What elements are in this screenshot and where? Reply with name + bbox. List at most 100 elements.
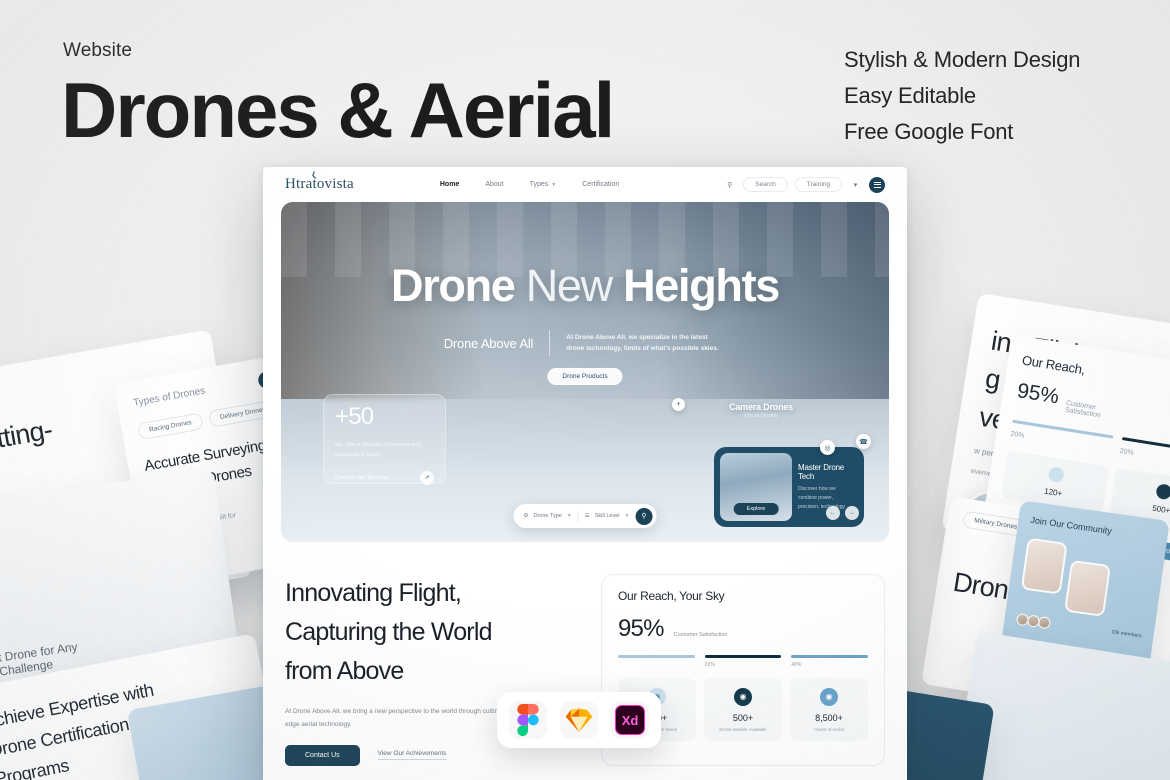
stats-percent: 95%: [618, 615, 664, 642]
stat-tile-caption-2: Drone Models Available: [719, 726, 767, 732]
stat-tile-caption-3: Hours of Aerial: [814, 726, 844, 732]
bar-label-3: 40%: [791, 661, 802, 668]
hero-title-part3: Heights: [623, 260, 780, 311]
tech-card-title: Master Drone Tech: [798, 462, 845, 481]
carousel-controls: ← →: [826, 506, 859, 520]
camera-drones-tag: Camera Drones Visual Quality: [729, 402, 793, 419]
explore-button[interactable]: Explore: [733, 503, 779, 515]
member-photo: [1064, 559, 1112, 617]
skill-level-value: Skill Level: [594, 513, 620, 519]
hamburger-icon[interactable]: [869, 176, 885, 193]
tech-card-thumbnail: Explore: [720, 453, 792, 521]
presentation-title: Drones & Aerial: [61, 66, 615, 154]
skill-level-select[interactable]: ☰ Skill Level ▼: [585, 513, 630, 519]
bird-icon: ❮: [310, 170, 318, 180]
search-pill[interactable]: Search: [743, 177, 788, 192]
globe-icon: [1047, 465, 1065, 483]
search-icon[interactable]: ⚲: [723, 178, 736, 191]
services-glass-card: +50 We offer a full suite of services an…: [323, 394, 446, 485]
xd-icon: Xd: [611, 701, 649, 739]
bg-right4-meta: 10k members: [1111, 628, 1142, 639]
camera-drones-subtitle: Visual Quality: [744, 413, 778, 419]
section2-description: At Drone Above All, we bring a new persp…: [285, 708, 504, 728]
drone-type-value: Drone Type: [533, 513, 562, 519]
stat-tile: ◉ 8,500+ Hours of Aerial: [790, 677, 868, 741]
bg-right2-b1: 20%: [1010, 430, 1025, 440]
bg-right2-label: Customer Satisfaction: [1064, 399, 1102, 420]
nav-actions: ⚲ Search Training ▾: [723, 176, 885, 193]
services-link[interactable]: Discover our Services: [335, 475, 389, 481]
bg-right2-b2: 20%: [1119, 447, 1135, 457]
hero-search-bar: ⚙ Drone Type ▼ ☰ Skill Level ▼ ⚲: [513, 504, 657, 528]
hero-description: At Drone Above All, we specialize in the…: [566, 333, 719, 352]
drone-type-select[interactable]: ⚙ Drone Type ▼: [524, 513, 572, 519]
search-submit-button[interactable]: ⚲: [635, 507, 653, 525]
hero-section: Drone New Heights Drone Above All At Dro…: [281, 202, 889, 542]
chevron-down-icon: ▼: [551, 182, 557, 188]
contact-us-button[interactable]: Contact Us: [285, 744, 360, 766]
site-navbar: ❮ Htratovista Home About Types ▼ Certific…: [263, 167, 907, 202]
hero-title-part1: Drone: [391, 260, 516, 311]
site-logo-text: Htratovista: [285, 176, 354, 192]
figma-icon: [509, 701, 547, 739]
sketch-icon: [560, 701, 598, 739]
presentation-features: Stylish & Modern Design Easy Editable Fr…: [844, 42, 1104, 150]
clock-icon: ◉: [820, 687, 838, 706]
website-mockup: ❮ Htratovista Home About Types ▼ Certific…: [263, 167, 907, 780]
chevron-down-icon: ▼: [566, 513, 572, 519]
carousel-prev-icon[interactable]: ←: [826, 506, 840, 520]
nav-links: Home About Types ▼ Certification: [440, 181, 619, 188]
section2-heading-line1: Innovating Flight,: [285, 579, 462, 607]
section2-heading: Innovating Flight, Capturing the World f…: [285, 574, 585, 690]
stat-tile-value-3: 8,500+: [815, 712, 843, 723]
add-badge-icon[interactable]: +: [672, 398, 685, 411]
stats-title: Our Reach, Your Sky: [618, 589, 725, 603]
bar-label-2: 20%: [704, 661, 715, 668]
avatar: [1037, 615, 1052, 629]
view-achievements-link[interactable]: View Our Achievements: [377, 750, 447, 761]
presentation-category: Website: [63, 40, 132, 61]
filter-icon[interactable]: ▾: [849, 178, 862, 191]
stats-bars: 20% 40%: [618, 655, 869, 668]
divider: [577, 510, 579, 522]
training-pill[interactable]: Training: [794, 177, 842, 192]
feature-item-1: Stylish & Modern Design: [844, 47, 1081, 72]
skill-icon: ☰: [584, 513, 590, 519]
hero-title-part2: New: [525, 260, 613, 311]
drone-badge-icon[interactable]: ◎: [820, 440, 835, 455]
carousel-next-icon[interactable]: →: [845, 506, 859, 520]
feature-item-3: Free Google Font: [844, 119, 1014, 145]
stat-tile-value-2: 500+: [732, 712, 754, 723]
bg-left2-pill-1[interactable]: Racing Drones: [136, 412, 204, 441]
bg-left2-title: Types of Drones: [132, 385, 207, 409]
services-text: We offer a full suite of services and re…: [335, 442, 421, 458]
services-count: +50: [335, 403, 374, 430]
phone-badge-icon[interactable]: ☎: [856, 434, 871, 449]
chevron-down-icon: ▼: [624, 513, 630, 519]
nav-item-certification[interactable]: Certification: [582, 181, 619, 188]
section2-heading-line3: from Above: [285, 656, 404, 685]
site-logo[interactable]: ❮ Htratovista: [285, 170, 354, 193]
drone-icon: ◉: [734, 687, 752, 706]
hero-subtitle-row: Drone Above All At Drone Above All, we s…: [281, 330, 889, 356]
member-photo: [1020, 537, 1068, 595]
hero-lead: Drone Above All: [443, 335, 534, 351]
feature-item-2: Easy Editable: [844, 83, 976, 109]
section2-heading-line2: Capturing the World: [285, 617, 492, 646]
xd-label: Xd: [615, 705, 645, 735]
stats-percent-label: Customer Satisfaction: [673, 632, 728, 638]
camera-drones-title: Camera Drones: [729, 402, 793, 412]
divider: [549, 330, 551, 356]
bg-right2-t1: 120+: [1043, 486, 1063, 498]
drone-icon: [1155, 482, 1170, 500]
nav-item-about[interactable]: About: [485, 181, 503, 188]
nav-item-types[interactable]: Types ▼: [530, 181, 557, 188]
nav-item-home[interactable]: Home: [440, 181, 459, 188]
arrow-up-right-icon[interactable]: ↗: [420, 470, 434, 485]
drone-products-chip[interactable]: Drone Products: [547, 368, 623, 385]
presentation-stage: Website Drones & Aerial Stylish & Modern…: [0, 0, 1170, 780]
design-apps-badge: Xd: [497, 692, 661, 748]
hero-title: Drone New Heights: [281, 260, 889, 312]
bg-right2-percent: 95%: [1015, 379, 1061, 409]
drone-icon: ⚙: [523, 513, 529, 519]
